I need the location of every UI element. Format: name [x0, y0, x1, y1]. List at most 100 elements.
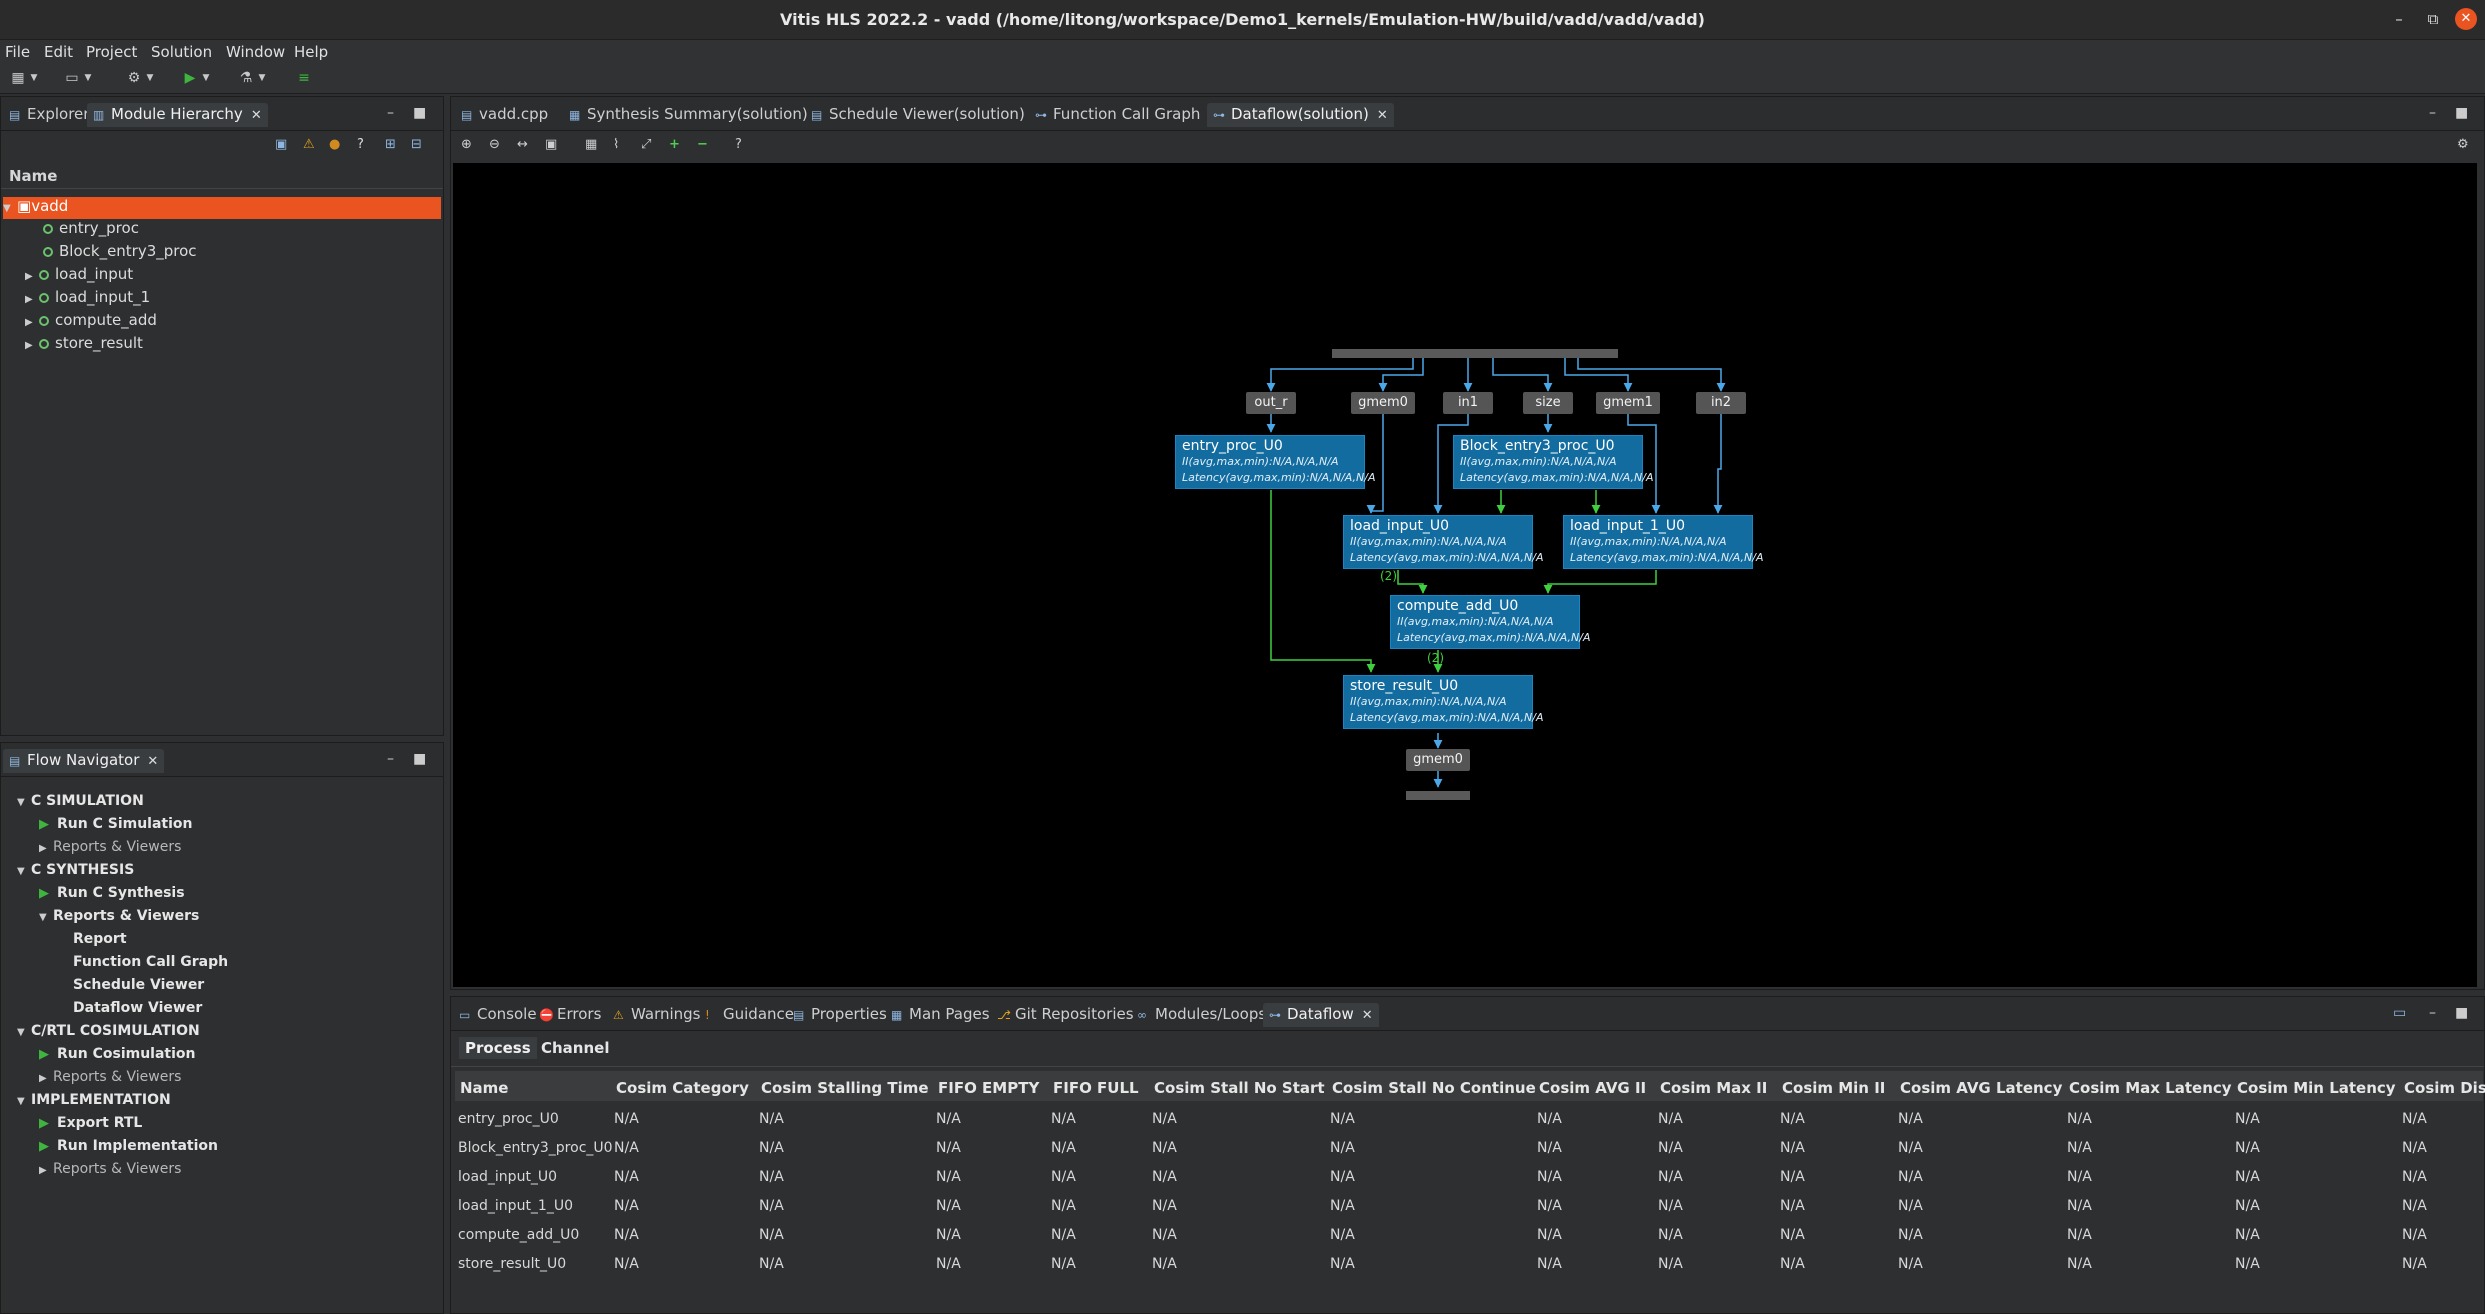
new-project-icon[interactable]: ▦: [8, 69, 28, 87]
collapsed-icon[interactable]: ▶: [39, 843, 53, 854]
tab-schedule-viewer[interactable]: ▤ Schedule Viewer(solution): [805, 103, 1031, 127]
reports-viewers-impl[interactable]: ▶ Reports & Viewers: [39, 1161, 181, 1183]
close-icon[interactable]: ✕: [1362, 1008, 1373, 1023]
table-icon[interactable]: ▦: [585, 137, 597, 152]
expanded-icon[interactable]: ▼: [17, 866, 31, 877]
col-name[interactable]: Name: [460, 1079, 508, 1097]
info-filter-icon[interactable]: ●: [329, 137, 340, 152]
chevron-down-icon[interactable]: ▼: [144, 69, 156, 87]
node-entry-proc[interactable]: entry_proc_U0 II(avg,max,min):N/A,N/A,N/…: [1175, 435, 1375, 489]
port-gmem0[interactable]: gmem0: [1351, 392, 1415, 414]
col-cosim-avg-latency[interactable]: Cosim AVG Latency: [1900, 1079, 2062, 1097]
collapsed-icon[interactable]: ▶: [25, 340, 39, 351]
port-out-r[interactable]: out_r: [1246, 392, 1296, 414]
reports-viewers-csim[interactable]: ▶ Reports & Viewers: [39, 839, 181, 861]
close-icon[interactable]: ✕: [1377, 108, 1388, 123]
node-compute-add[interactable]: compute_add_U0 II(avg,max,min):N/A,N/A,N…: [1390, 595, 1590, 649]
tab-errors[interactable]: ⛔ Errors: [533, 1003, 607, 1027]
nav-function-call-graph[interactable]: Function Call Graph: [73, 954, 228, 976]
reset-icon[interactable]: ▣: [545, 137, 557, 152]
help-icon[interactable]: ?: [735, 137, 742, 152]
tab-explorer[interactable]: ▤ Explorer: [3, 103, 95, 127]
table-cell-name[interactable]: Block_entry3_proc_U0: [458, 1140, 613, 1156]
nav-section-cosimulation[interactable]: ▼ C/RTL COSIMULATION: [17, 1023, 200, 1045]
subtab-channel[interactable]: Channel: [541, 1039, 609, 1057]
plus-icon[interactable]: +: [669, 137, 680, 152]
tab-warnings[interactable]: ⚠ Warnings: [607, 1003, 707, 1027]
table-cell-name[interactable]: entry_proc_U0: [458, 1111, 559, 1127]
nav-section-c-simulation[interactable]: ▼ C SIMULATION: [17, 793, 144, 815]
menu-help[interactable]: Help: [294, 43, 328, 61]
tree-item-store-result[interactable]: ▶ store_result: [25, 334, 143, 356]
nav-schedule-viewer[interactable]: Schedule Viewer: [73, 977, 204, 999]
maximize-button[interactable]: ⧉: [2422, 8, 2444, 30]
settings-icon[interactable]: ⚙: [2457, 137, 2469, 152]
fit-width-icon[interactable]: ↔: [517, 137, 528, 152]
close-icon[interactable]: ✕: [147, 754, 158, 769]
table-cell-name[interactable]: load_input_1_U0: [458, 1198, 573, 1214]
zoom-in-icon[interactable]: ⊕: [461, 137, 472, 152]
minimize-button[interactable]: –: [2388, 8, 2410, 30]
tab-vadd-cpp[interactable]: ▤ vadd.cpp: [455, 103, 554, 127]
reports-viewers-csynth[interactable]: ▼ Reports & Viewers: [39, 908, 199, 930]
minus-icon[interactable]: −: [697, 137, 708, 152]
maximize-panel-icon[interactable]: ■: [2455, 1005, 2468, 1021]
tree-item-vadd[interactable]: ▼ ▣vadd: [3, 197, 441, 219]
tab-function-call-graph[interactable]: ⊶ Function Call Graph: [1029, 103, 1206, 127]
tree-item-load-input-1[interactable]: ▶ load_input_1: [25, 288, 150, 310]
tree-item-block-entry3-proc[interactable]: Block_entry3_proc: [43, 242, 197, 264]
hierarchy-view-icon[interactable]: ▣: [275, 137, 287, 152]
col-cosim-stalling-time[interactable]: Cosim Stalling Time: [761, 1079, 929, 1097]
expand-all-icon[interactable]: ⊞: [385, 137, 396, 152]
tab-man-pages[interactable]: ▦ Man Pages: [885, 1003, 996, 1027]
close-icon[interactable]: ✕: [251, 108, 262, 123]
run-cosimulation[interactable]: ▶ Run Cosimulation: [39, 1046, 196, 1068]
nav-report[interactable]: Report: [73, 931, 127, 953]
collapsed-icon[interactable]: ▶: [25, 294, 39, 305]
tab-synthesis-summary[interactable]: ▦ Synthesis Summary(solution): [563, 103, 814, 127]
col-fifo-full[interactable]: FIFO FULL: [1053, 1079, 1139, 1097]
expand-icon[interactable]: ⤢: [641, 137, 651, 152]
minimize-panel-icon[interactable]: –: [387, 105, 394, 121]
tab-dataflow-bottom[interactable]: ⊶ Dataflow ✕: [1263, 1003, 1379, 1027]
tree-item-compute-add[interactable]: ▶ compute_add: [25, 311, 157, 333]
node-store-result[interactable]: store_result_U0 II(avg,max,min):N/A,N/A,…: [1343, 675, 1543, 729]
run-implementation[interactable]: ▶ Run Implementation: [39, 1138, 218, 1160]
tab-modules-loops[interactable]: ∞ Modules/Loops: [1131, 1003, 1272, 1027]
layout-icon[interactable]: ≡: [294, 69, 314, 87]
expanded-icon[interactable]: ▼: [17, 797, 31, 808]
help-icon[interactable]: ?: [357, 137, 364, 152]
export-rtl[interactable]: ▶ Export RTL: [39, 1115, 142, 1137]
collapsed-icon[interactable]: ▶: [39, 1073, 53, 1084]
chevron-down-icon[interactable]: ▼: [28, 69, 40, 87]
col-cosim-min-ii[interactable]: Cosim Min II: [1782, 1079, 1885, 1097]
tab-guidance[interactable]: ! Guidance: [699, 1003, 800, 1027]
chart-icon[interactable]: ⌇: [613, 137, 619, 152]
zoom-out-icon[interactable]: ⊖: [489, 137, 500, 152]
view-menu-icon[interactable]: ▭: [2393, 1005, 2406, 1021]
expanded-icon[interactable]: ▼: [3, 203, 17, 214]
port-in2[interactable]: in2: [1696, 392, 1746, 414]
tree-item-load-input[interactable]: ▶ load_input: [25, 265, 133, 287]
tab-git-repositories[interactable]: ⎇ Git Repositories: [991, 1003, 1140, 1027]
warning-filter-icon[interactable]: ⚠: [303, 137, 315, 152]
table-cell-name[interactable]: compute_add_U0: [458, 1227, 579, 1243]
dataflow-canvas[interactable]: (2) (2) out_r gmem0 in1 size gmem1 in2 g…: [453, 163, 2477, 987]
menu-file[interactable]: File: [5, 43, 30, 61]
analysis-icon[interactable]: ⚗: [236, 69, 256, 87]
chevron-down-icon[interactable]: ▼: [256, 69, 268, 87]
tab-properties[interactable]: ▤ Properties: [787, 1003, 893, 1027]
col-cosim-dis[interactable]: Cosim Dis: [2404, 1079, 2485, 1097]
tab-module-hierarchy[interactable]: ▥ Module Hierarchy ✕: [87, 103, 268, 127]
tree-item-entry-proc[interactable]: entry_proc: [43, 219, 139, 241]
nav-dataflow-viewer[interactable]: Dataflow Viewer: [73, 1000, 202, 1022]
minimize-panel-icon[interactable]: –: [2429, 1005, 2436, 1021]
collapsed-icon[interactable]: ▶: [25, 317, 39, 328]
node-load-input-1[interactable]: load_input_1_U0 II(avg,max,min):N/A,N/A,…: [1563, 515, 1763, 569]
expanded-icon[interactable]: ▼: [17, 1096, 31, 1107]
tab-console[interactable]: ▭ Console: [453, 1003, 543, 1027]
maximize-panel-icon[interactable]: ■: [413, 751, 426, 767]
maximize-panel-icon[interactable]: ■: [413, 105, 426, 121]
menu-edit[interactable]: Edit: [44, 43, 73, 61]
chevron-down-icon[interactable]: ▼: [82, 69, 94, 87]
